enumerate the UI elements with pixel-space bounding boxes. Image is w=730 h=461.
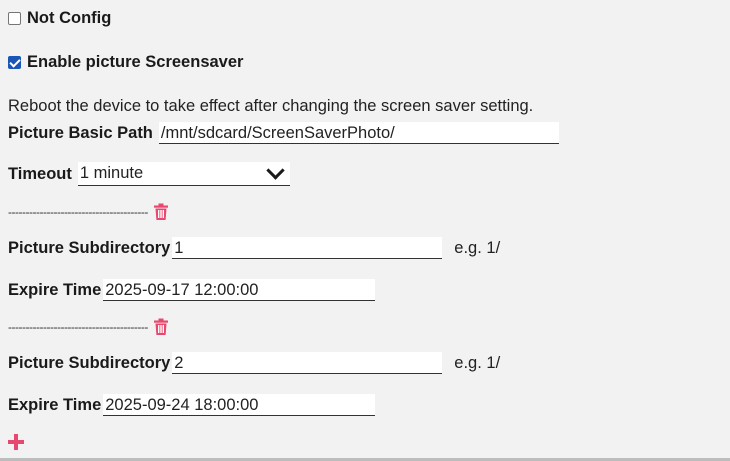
entry-separator: ---------------------------------------- (8, 319, 148, 334)
timeout-select[interactable]: 1 minute (77, 161, 290, 186)
chevron-down-icon (266, 161, 285, 180)
expire-row: Expire Time (8, 394, 376, 416)
subdir-input[interactable] (172, 352, 443, 374)
add-row (8, 434, 24, 450)
expire-row: Expire Time (8, 279, 376, 301)
subdir-label: Picture Subdirectory (8, 238, 171, 257)
delete-entry-button[interactable] (153, 203, 168, 220)
enable-screensaver-label: Enable picture Screensaver (27, 53, 244, 71)
reboot-note: Reboot the device to take effect after c… (8, 97, 534, 115)
subdir-row: Picture Subdirectory e.g. 1/ (8, 237, 500, 259)
entry-separator-row: ---------------------------------------- (8, 203, 168, 220)
basic-path-row: Picture Basic Path (8, 122, 559, 144)
expire-label: Expire Time (8, 395, 102, 414)
subdir-row: Picture Subdirectory e.g. 1/ (8, 352, 500, 374)
basic-path-input[interactable] (158, 122, 559, 144)
add-entry-button[interactable] (8, 434, 24, 450)
delete-entry-button[interactable] (153, 318, 168, 335)
subdir-label: Picture Subdirectory (8, 353, 171, 372)
entry-separator-row: ---------------------------------------- (8, 318, 168, 335)
timeout-value: 1 minute (79, 164, 144, 182)
trash-icon (153, 318, 168, 335)
expire-input[interactable] (103, 279, 376, 301)
enable-screensaver-checkbox[interactable] (8, 56, 21, 69)
not-config-label: Not Config (27, 9, 112, 27)
trash-icon (153, 203, 168, 220)
subdir-input[interactable] (172, 237, 443, 259)
not-config-row[interactable]: Not Config (8, 9, 111, 28)
basic-path-label: Picture Basic Path (8, 123, 153, 142)
reboot-note-row: Reboot the device to take effect after c… (8, 97, 533, 116)
expire-input[interactable] (103, 394, 376, 416)
not-config-checkbox[interactable] (8, 12, 21, 25)
enable-screensaver-row[interactable]: Enable picture Screensaver (8, 53, 243, 72)
plus-icon (8, 434, 24, 450)
timeout-row: Timeout 1 minute (8, 161, 290, 186)
expire-label: Expire Time (8, 280, 102, 299)
subdir-hint: e.g. 1/ (454, 238, 501, 257)
subdir-hint: e.g. 1/ (454, 353, 501, 372)
entry-separator: ---------------------------------------- (8, 204, 148, 219)
timeout-label: Timeout (8, 164, 72, 183)
